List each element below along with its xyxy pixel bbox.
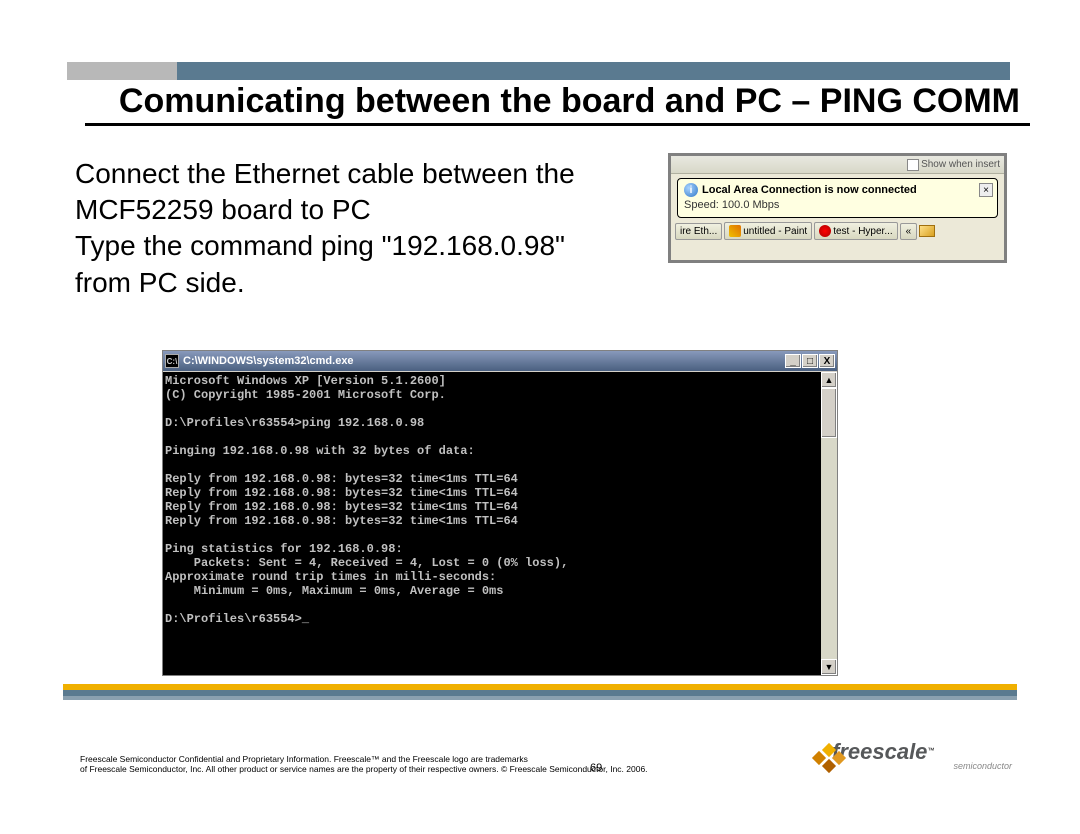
- logo-text: freescale: [832, 739, 927, 764]
- cmd-titlebar[interactable]: C:\ C:\WINDOWS\system32\cmd.exe _ □ X: [163, 351, 837, 371]
- slide-body-text: Connect the Ethernet cable between the M…: [75, 158, 625, 303]
- header-accent-bar: [67, 62, 1010, 80]
- footer-accent-bar: [63, 684, 1017, 704]
- mail-icon: [919, 225, 935, 237]
- freescale-logo: freescale™ semiconductor: [832, 739, 1012, 779]
- notif-top-strip: Show when insert: [671, 156, 1004, 174]
- balloon-speed-text: Speed: 100.0 Mbps: [684, 199, 991, 211]
- cmd-window: C:\ C:\WINDOWS\system32\cmd.exe _ □ X Mi…: [162, 350, 838, 676]
- connection-balloon: × i Local Area Connection is now connect…: [677, 178, 998, 218]
- hyperterminal-icon: [819, 225, 831, 237]
- cmd-title-text: C:\WINDOWS\system32\cmd.exe: [183, 355, 784, 367]
- checkbox-icon: [907, 159, 919, 171]
- close-button[interactable]: X: [819, 354, 835, 368]
- body-line-3: Type the command ping "192.168.0.98": [75, 230, 625, 262]
- body-line-1: Connect the Ethernet cable between the: [75, 158, 625, 190]
- taskbar-item-paint[interactable]: untitled - Paint: [724, 222, 812, 240]
- cmd-scrollbar[interactable]: ▲ ▼: [821, 372, 837, 675]
- logo-tm: ™: [927, 748, 934, 755]
- notif-top-text: Show when insert: [921, 159, 1000, 170]
- taskbar-notification-screenshot: Show when insert × i Local Area Connecti…: [668, 153, 1007, 263]
- body-line-4: from PC side.: [75, 267, 625, 299]
- slide-title: Comunicating between the board and PC – …: [85, 82, 1030, 126]
- balloon-close-button[interactable]: ×: [979, 183, 993, 197]
- body-line-2: MCF52259 board to PC: [75, 194, 625, 226]
- taskbar-chevron-button[interactable]: «: [900, 223, 918, 240]
- scroll-track[interactable]: [821, 388, 837, 659]
- taskbar-item-hyperterminal[interactable]: test - Hyper...: [814, 222, 897, 240]
- minimize-button[interactable]: _: [785, 354, 801, 368]
- scroll-thumb[interactable]: [821, 388, 837, 438]
- taskbar-row: ire Eth... untitled - Paint test - Hyper…: [671, 222, 1004, 244]
- taskbar-item-label: untitled - Paint: [743, 226, 807, 237]
- taskbar-item-label: test - Hyper...: [833, 226, 892, 237]
- taskbar-item-label: ire Eth...: [680, 226, 717, 237]
- scroll-up-button[interactable]: ▲: [821, 372, 837, 388]
- paint-icon: [729, 225, 741, 237]
- maximize-button[interactable]: □: [802, 354, 818, 368]
- taskbar-item-ethernet[interactable]: ire Eth...: [675, 223, 722, 240]
- cmd-icon: C:\: [165, 354, 179, 368]
- page-number: 69: [590, 762, 602, 774]
- scroll-down-button[interactable]: ▼: [821, 659, 837, 675]
- balloon-title-text: Local Area Connection is now connected: [702, 184, 917, 196]
- logo-chips-icon: [814, 741, 844, 771]
- info-icon: i: [684, 183, 698, 197]
- cmd-output: Microsoft Windows XP [Version 5.1.2600] …: [163, 372, 821, 675]
